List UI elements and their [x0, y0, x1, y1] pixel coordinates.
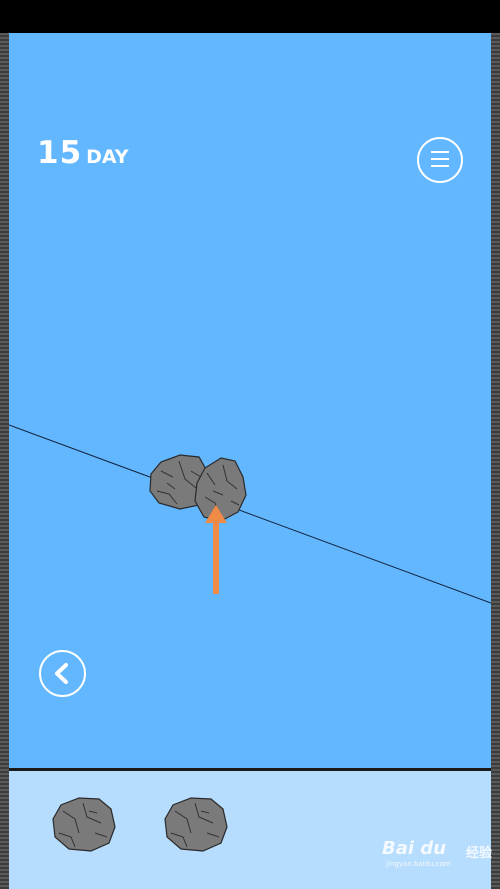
watermark: Bai du 经验 jingyan.baidu.com — [380, 838, 493, 870]
chevron-left-icon — [55, 663, 68, 684]
watermark-brand: Bai du — [382, 838, 447, 859]
watermark-sub: 经验 — [466, 846, 493, 861]
rock-icon — [52, 797, 116, 852]
rock-icon — [164, 797, 228, 852]
inventory-tray — [9, 771, 491, 889]
status-bar — [0, 0, 500, 33]
balance-line — [9, 424, 491, 604]
inventory-item-2[interactable] — [161, 793, 231, 855]
game-area[interactable]: 15 DAY — [9, 33, 491, 768]
watermark-url: jingyan.baidu.com — [386, 860, 451, 868]
back-button[interactable] — [39, 650, 86, 697]
left-bezel — [0, 33, 9, 889]
right-bezel — [491, 33, 500, 889]
orange-up-arrow-icon — [205, 505, 227, 594]
inventory-item-1[interactable] — [49, 793, 119, 855]
